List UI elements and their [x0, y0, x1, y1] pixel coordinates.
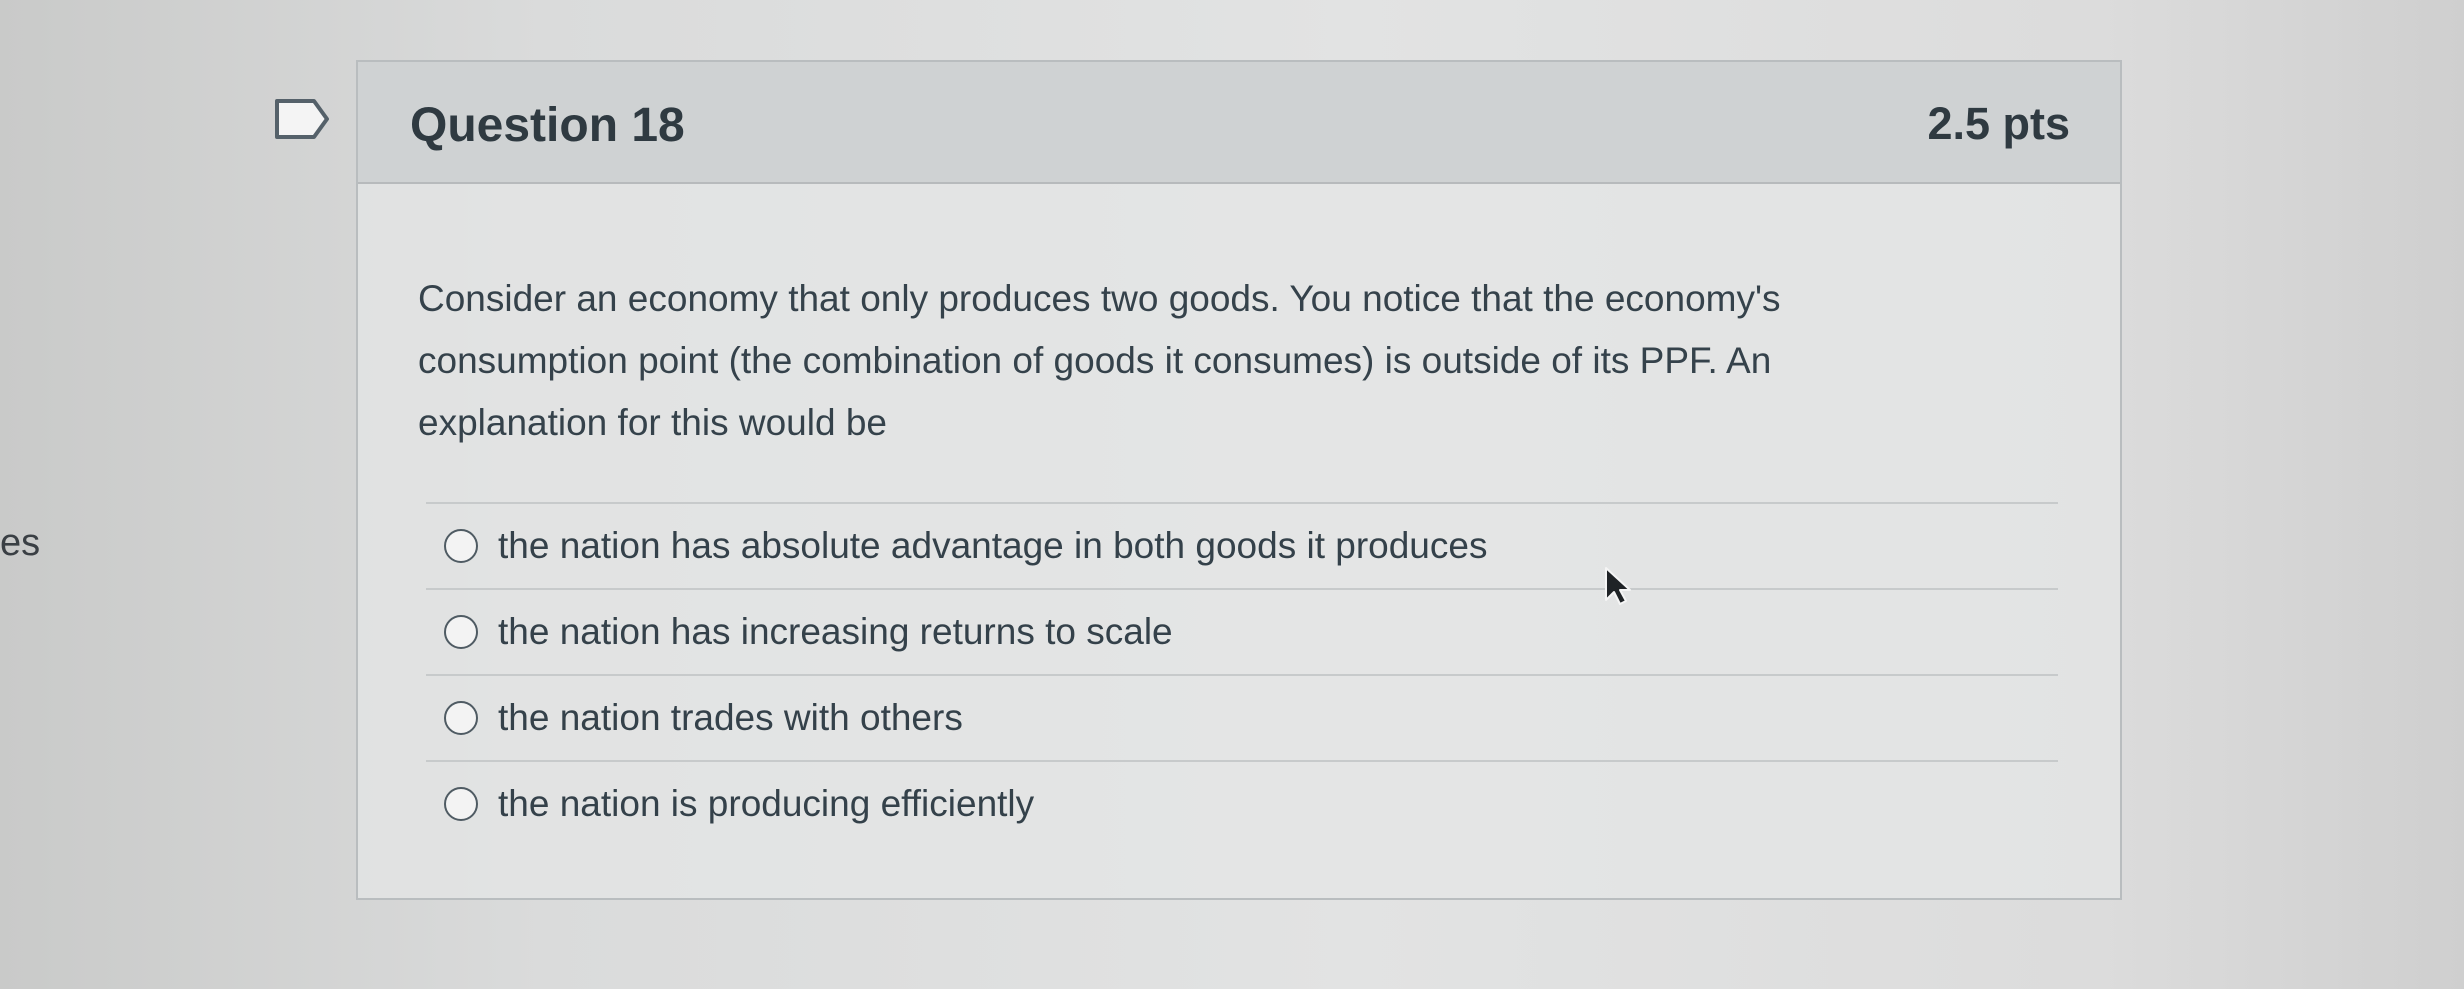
answer-label: the nation has absolute advantage in bot…: [498, 525, 1488, 566]
radio-button-icon[interactable]: [444, 615, 478, 649]
answer-option-absolute-advantage[interactable]: the nation has absolute advantage in bot…: [426, 502, 2058, 588]
question-text-line: consumption point (the combination of go…: [418, 340, 1772, 381]
question-card: Question 18 2.5 pts Consider an economy …: [356, 60, 2122, 900]
radio-button-icon[interactable]: [444, 787, 478, 821]
mouse-pointer-icon: [1604, 566, 1632, 606]
answer-label: the nation trades with others: [498, 697, 963, 738]
question-points: 2.5 pts: [1927, 98, 2070, 149]
answer-list: the nation has absolute advantage in bot…: [426, 502, 2058, 846]
answer-label: the nation is producing efficiently: [498, 783, 1035, 824]
question-header: Question 18 2.5 pts: [358, 62, 2120, 184]
radio-button-icon[interactable]: [444, 529, 478, 563]
bookmark-flag-icon[interactable]: [274, 98, 330, 140]
answer-label: the nation has increasing returns to sca…: [498, 611, 1173, 652]
radio-button-icon[interactable]: [444, 701, 478, 735]
question-text-line: Consider an economy that only produces t…: [418, 278, 1781, 319]
answer-option-increasing-returns[interactable]: the nation has increasing returns to sca…: [426, 588, 2058, 674]
answer-option-producing-efficiently[interactable]: the nation is producing efficiently: [426, 760, 2058, 846]
question-text: Consider an economy that only produces t…: [418, 268, 1978, 454]
question-text-line: explanation for this would be: [418, 402, 887, 443]
answer-option-trades-with-others[interactable]: the nation trades with others: [426, 674, 2058, 760]
question-title: Question 18: [410, 99, 685, 152]
sidebar-fragment-text: es: [0, 522, 41, 564]
screen: { "sidebar": { "fragment_text": "es" }, …: [0, 0, 2464, 989]
